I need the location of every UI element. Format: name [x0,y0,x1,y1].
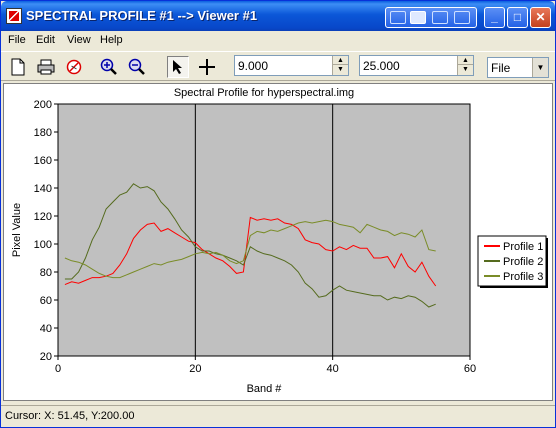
chart-title: Spectral Profile for hyperspectral.img [174,87,354,99]
y-tick-label: 80 [40,267,52,279]
legend-label-1: Profile 1 [503,241,543,253]
band-start-spinner[interactable]: 9.000 ▲ ▼ [234,55,349,76]
y-tick-label: 200 [34,99,52,111]
display-settings-icon[interactable] [410,11,426,24]
band-start-value[interactable]: 9.000 [238,59,268,73]
band-end-value[interactable]: 25.000 [363,59,400,73]
menu-bar: File Edit View Help [1,31,555,50]
app-logo-icon [6,8,22,24]
y-tick-label: 100 [34,239,52,251]
minimize-button[interactable]: _ [484,7,505,28]
x-axis-label: Band # [247,383,283,395]
mode-select-value: File [491,61,511,75]
menu-help[interactable]: Help [100,34,123,46]
chevron-down-icon[interactable]: ▼ [532,58,548,77]
select-arrow-icon[interactable] [167,56,189,78]
y-axis-label: Pixel Value [11,203,23,257]
spectral-chart[interactable]: Spectral Profile for hyperspectral.img0 2… [4,84,552,400]
toolbar: 9.000 ▲ ▼ 25.000 ▲ ▼ File ▼ [1,51,555,81]
cursor-readout: Cursor: X: 51.45, Y:200.00 [5,410,135,422]
zoom-out-icon[interactable] [126,56,148,78]
band-end-spinner[interactable]: 25.000 ▲ ▼ [359,55,474,76]
clear-icon[interactable] [63,56,85,78]
plot-area [57,103,471,357]
y-tick-label: 20 [40,351,52,363]
x-tick-label: 20 [189,363,201,375]
window-tool-icon[interactable] [432,11,448,24]
close-button[interactable]: ✕ [530,7,551,28]
x-tick-label: 60 [464,363,476,375]
app-window: SPECTRAL PROFILE #1 --> Viewer #1 _ □ ✕ … [0,0,556,428]
legend-label-2: Profile 2 [503,256,543,268]
y-tick-label: 120 [34,211,52,223]
titlebar-extra-buttons[interactable] [385,7,477,28]
legend-label-3: Profile 3 [503,271,543,283]
status-bar: Cursor: X: 51.45, Y:200.00 [1,405,555,427]
print-icon[interactable] [35,56,57,78]
y-tick-label: 160 [34,155,52,167]
new-icon[interactable] [7,56,29,78]
menu-edit[interactable]: Edit [36,34,55,46]
maximize-button[interactable]: □ [507,7,528,28]
x-tick-label: 0 [55,363,61,375]
band-end-arrows[interactable]: ▲ ▼ [457,56,473,75]
y-tick-label: 60 [40,295,52,307]
crosshair-icon[interactable] [196,56,218,78]
band-start-arrows[interactable]: ▲ ▼ [332,56,348,75]
nvidia-icon[interactable] [390,11,406,24]
window-title: SPECTRAL PROFILE #1 --> Viewer #1 [26,8,258,23]
y-tick-label: 180 [34,127,52,139]
zoom-in-icon[interactable] [98,56,120,78]
rollup-icon[interactable] [454,11,470,24]
mode-select[interactable]: File ▼ [487,57,549,78]
y-tick-label: 140 [34,183,52,195]
menu-file[interactable]: File [8,34,26,46]
y-tick-label: 40 [40,323,52,335]
title-bar[interactable]: SPECTRAL PROFILE #1 --> Viewer #1 _ □ ✕ [1,1,555,31]
x-tick-label: 40 [327,363,339,375]
menu-view[interactable]: View [67,34,91,46]
plot-panel: Spectral Profile for hyperspectral.img 0 2… [3,83,553,401]
